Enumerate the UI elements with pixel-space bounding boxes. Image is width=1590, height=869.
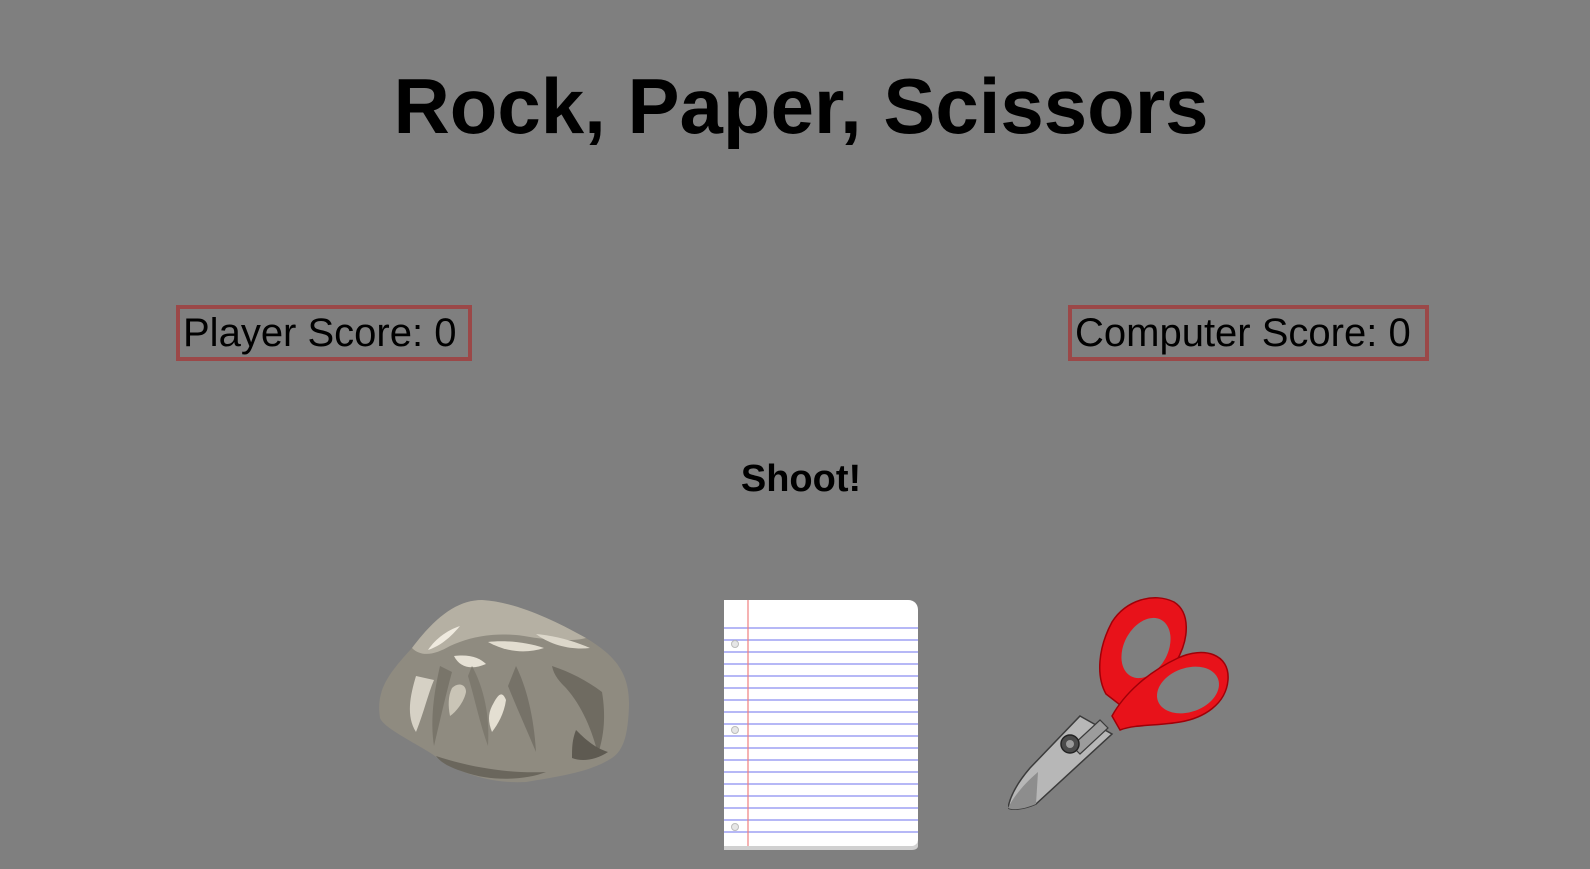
paper-button[interactable] [724, 600, 918, 850]
player-score-value: 0 [434, 311, 457, 355]
game-title: Rock, Paper, Scissors [393, 62, 1209, 150]
scissors-icon [1008, 597, 1229, 810]
rock-button[interactable] [376, 596, 632, 786]
computer-score-value: 0 [1388, 311, 1411, 355]
computer-score-label: Computer Score: [1075, 311, 1389, 355]
rock-icon [379, 600, 630, 783]
player-score-label: Player Score: [183, 311, 435, 355]
player-score-box: Player Score: 0 [176, 305, 472, 361]
shoot-prompt: Shoot! [740, 458, 862, 500]
scissors-button[interactable] [1008, 596, 1230, 816]
computer-score-box: Computer Score: 0 [1068, 305, 1429, 361]
paper-icon [724, 600, 918, 850]
